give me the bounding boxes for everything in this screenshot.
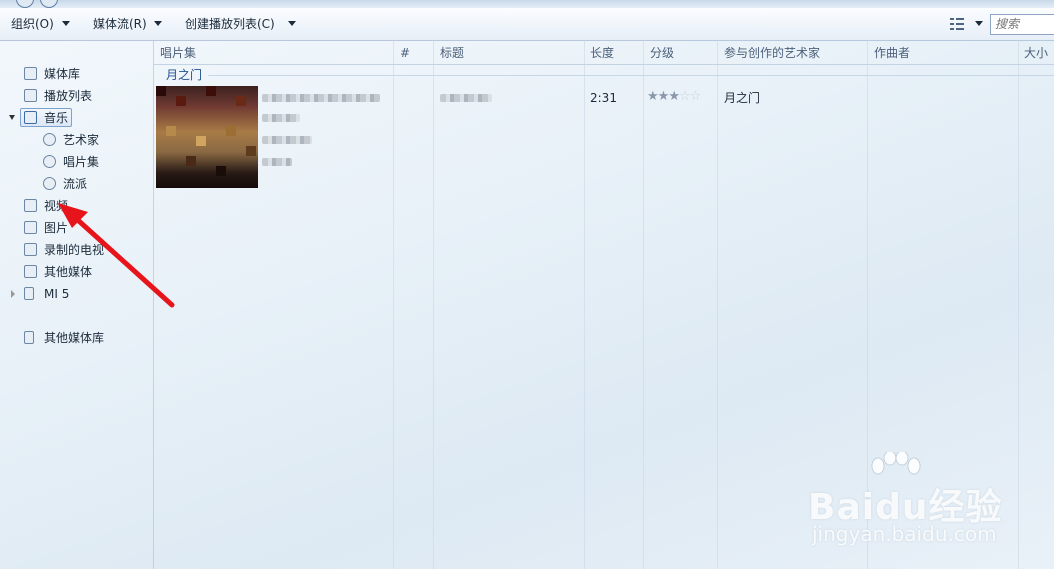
watermark-url: jingyan.baidu.com (812, 522, 997, 546)
baidu-jingyan-watermark: Baidu经验 jingyan.baidu.com (808, 452, 1048, 552)
annotation-arrow-shaft (67, 210, 175, 308)
